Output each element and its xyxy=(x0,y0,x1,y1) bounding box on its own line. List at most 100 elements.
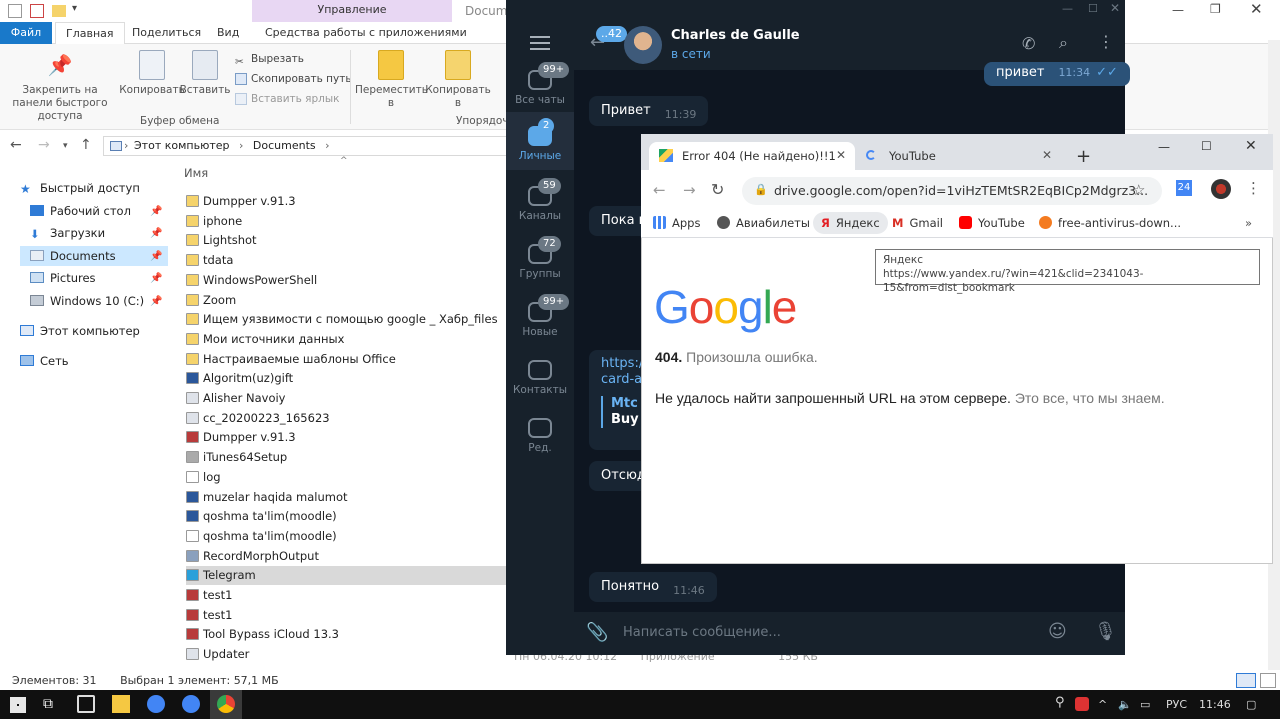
paste-shortcut-button[interactable]: Вставить ярлык xyxy=(235,90,340,108)
column-header-name[interactable]: Имя xyxy=(184,166,208,180)
bookmark-apps[interactable]: Apps xyxy=(653,216,700,230)
message-bubble-in[interactable]: Отсюда xyxy=(589,461,654,491)
minimize-icon[interactable]: — xyxy=(1172,3,1184,17)
nav-this-pc[interactable]: Этот компьютер xyxy=(20,321,140,341)
lock-icon[interactable]: 🔒 xyxy=(754,183,768,196)
folder-item[interactable]: Все чаты 99+ xyxy=(506,62,574,116)
file-row[interactable]: test1 xyxy=(186,606,508,625)
nav-documents[interactable]: Documents xyxy=(30,246,116,266)
attach-icon[interactable]: 📎 xyxy=(586,622,608,643)
folder-item[interactable]: Группы 72 xyxy=(506,236,574,290)
omnibox[interactable]: 🔒 drive.google.com/open?id=1viHzTEMtSR2E… xyxy=(742,177,1162,205)
maximize-icon[interactable]: ☐ xyxy=(1201,139,1212,153)
profile-avatar[interactable] xyxy=(1211,179,1231,199)
message-link[interactable]: https:// xyxy=(601,356,648,372)
bookmark-gmail[interactable]: M Gmail xyxy=(892,216,943,230)
file-row[interactable]: Zoom xyxy=(186,291,508,310)
chrome-menu-icon[interactable]: ⋮ xyxy=(1246,179,1261,197)
contact-name[interactable]: Charles de Gaulle xyxy=(671,28,800,43)
tab-view[interactable]: Вид xyxy=(207,22,249,44)
link-message-bubble[interactable]: https:// card-ar Mtc G Buy M xyxy=(589,350,656,450)
bookmark-antivirus[interactable]: free-antivirus-down... xyxy=(1039,216,1181,230)
tab-close-icon[interactable]: ✕ xyxy=(836,148,846,162)
phone-icon[interactable]: ✆ xyxy=(1022,34,1035,53)
language-indicator[interactable]: РУС xyxy=(1166,698,1187,711)
maximize-icon[interactable]: ❐ xyxy=(1210,2,1221,16)
move-to-button[interactable]: Переместить в xyxy=(355,50,428,110)
file-row[interactable]: test1 xyxy=(186,586,508,605)
bookmark-youtube[interactable]: YouTube xyxy=(959,216,1025,230)
nav-desktop[interactable]: Рабочий стол xyxy=(30,201,131,221)
message-bubble-in[interactable]: Понятно 11:46 xyxy=(589,572,717,602)
message-bubble-in[interactable]: Пока н xyxy=(589,206,649,236)
file-row[interactable]: cc_20200223_165623 xyxy=(186,409,508,428)
tab-app-tools[interactable]: Средства работы с приложениями xyxy=(255,22,477,44)
store-icon[interactable] xyxy=(77,695,95,713)
file-row[interactable]: tdata xyxy=(186,251,508,270)
bookmark-yandex[interactable]: Я Яндекс xyxy=(813,212,888,234)
file-row[interactable]: qoshma ta'lim(moodle) xyxy=(186,527,508,546)
breadcrumb-documents[interactable]: Documents xyxy=(253,139,316,152)
file-row[interactable]: Updater xyxy=(186,645,508,664)
nav-network[interactable]: Сеть xyxy=(20,351,69,371)
file-row[interactable]: qoshma ta'lim(moodle) xyxy=(186,507,508,526)
start-windows-icon[interactable] xyxy=(10,697,26,713)
file-row[interactable]: Dumpper v.91.3 xyxy=(186,428,508,447)
message-bubble-out[interactable]: привет 11:34 ✓✓ xyxy=(984,62,1130,86)
file-row[interactable]: Ищем уязвимости с помощью google _ Хабр_… xyxy=(186,310,508,329)
reload-icon[interactable]: ↻ xyxy=(711,180,724,199)
clock[interactable]: 11:46 xyxy=(1199,698,1231,711)
tab-close-icon[interactable]: ✕ xyxy=(1042,148,1052,162)
close-icon[interactable]: ✕ xyxy=(1110,1,1120,15)
file-row[interactable]: Lightshot xyxy=(186,231,508,250)
volume-icon[interactable]: 🔈 xyxy=(1118,698,1132,711)
extension-badge[interactable]: 24 xyxy=(1176,180,1192,196)
file-explorer-taskbar-icon[interactable] xyxy=(112,695,130,713)
chrome-tab-active[interactable]: Error 404 (Не найдено)!!1 ✕ xyxy=(649,142,855,170)
nav-quick-access[interactable]: ★ Быстрый доступ xyxy=(20,178,140,198)
task-view-icon[interactable]: ⧉ xyxy=(43,696,53,712)
close-icon[interactable]: ✕ xyxy=(1245,138,1257,154)
bookmark-aviabilety[interactable]: Авиабилеты xyxy=(717,216,810,230)
folder-item[interactable]: Личные 2 xyxy=(506,112,574,170)
chrome-tab-inactive[interactable]: YouTube ✕ xyxy=(864,142,1064,170)
back-arrow-icon[interactable]: ← xyxy=(653,181,666,199)
notifications-icon[interactable]: ▢ xyxy=(1246,698,1256,711)
file-row[interactable]: Dumpper v.91.3 xyxy=(186,192,508,211)
folder-item[interactable]: Контакты xyxy=(506,356,574,406)
hamburger-menu-icon[interactable] xyxy=(530,36,550,50)
forward-arrow-icon[interactable]: → xyxy=(683,181,696,199)
paste-button[interactable]: Вставить xyxy=(172,50,238,97)
folder-item[interactable]: Новые 99+ xyxy=(506,294,574,348)
person-icon[interactable]: ⚲ xyxy=(1055,695,1065,710)
file-row[interactable]: Alisher Navoiy xyxy=(186,389,508,408)
message-link-cont[interactable]: card-ar xyxy=(601,372,647,388)
tiles-view-icon[interactable] xyxy=(1260,673,1276,688)
file-row[interactable]: iTunes64Setup xyxy=(186,448,508,467)
minimize-icon[interactable]: — xyxy=(1158,140,1170,154)
avatar[interactable] xyxy=(624,26,662,64)
new-tab-icon[interactable]: + xyxy=(1076,146,1091,167)
file-row[interactable]: Настраиваемые шаблоны Office xyxy=(186,350,508,369)
url-text[interactable]: drive.google.com/open?id=1viHzTEMtSR2EqB… xyxy=(774,183,1148,198)
network-tray-icon[interactable]: ▭ xyxy=(1140,698,1150,711)
file-row[interactable]: RecordMorphOutput xyxy=(186,547,508,566)
microphone-icon[interactable]: 🎙 xyxy=(1094,621,1117,642)
message-input[interactable]: Написать сообщение... xyxy=(623,625,781,640)
minimize-icon[interactable]: — xyxy=(1062,2,1073,15)
tray-app-icon[interactable] xyxy=(1075,697,1089,711)
nav-downloads[interactable]: ⬇ Загрузки xyxy=(30,223,105,243)
cut-button[interactable]: ✂ Вырезать xyxy=(235,50,304,68)
file-row[interactable]: Telegram xyxy=(186,566,508,586)
file-row[interactable]: muzelar haqida malumot xyxy=(186,488,508,507)
message-bubble-in[interactable]: Привет 11:39 xyxy=(589,96,709,126)
close-icon[interactable]: ✕ xyxy=(1250,0,1263,18)
folder-item[interactable]: Ред. xyxy=(506,414,574,464)
file-row[interactable]: Algoritm(uz)gift xyxy=(186,369,508,388)
folder-item[interactable]: Каналы 59 xyxy=(506,178,574,232)
chrome-taskbar-icon[interactable] xyxy=(147,695,165,713)
nav-drive-c[interactable]: Windows 10 (C:) xyxy=(30,291,144,311)
copy-to-button[interactable]: Копировать в xyxy=(422,50,494,110)
more-menu-icon[interactable]: ⋮ xyxy=(1098,32,1114,51)
chrome-taskbar-icon-2[interactable] xyxy=(182,695,200,713)
